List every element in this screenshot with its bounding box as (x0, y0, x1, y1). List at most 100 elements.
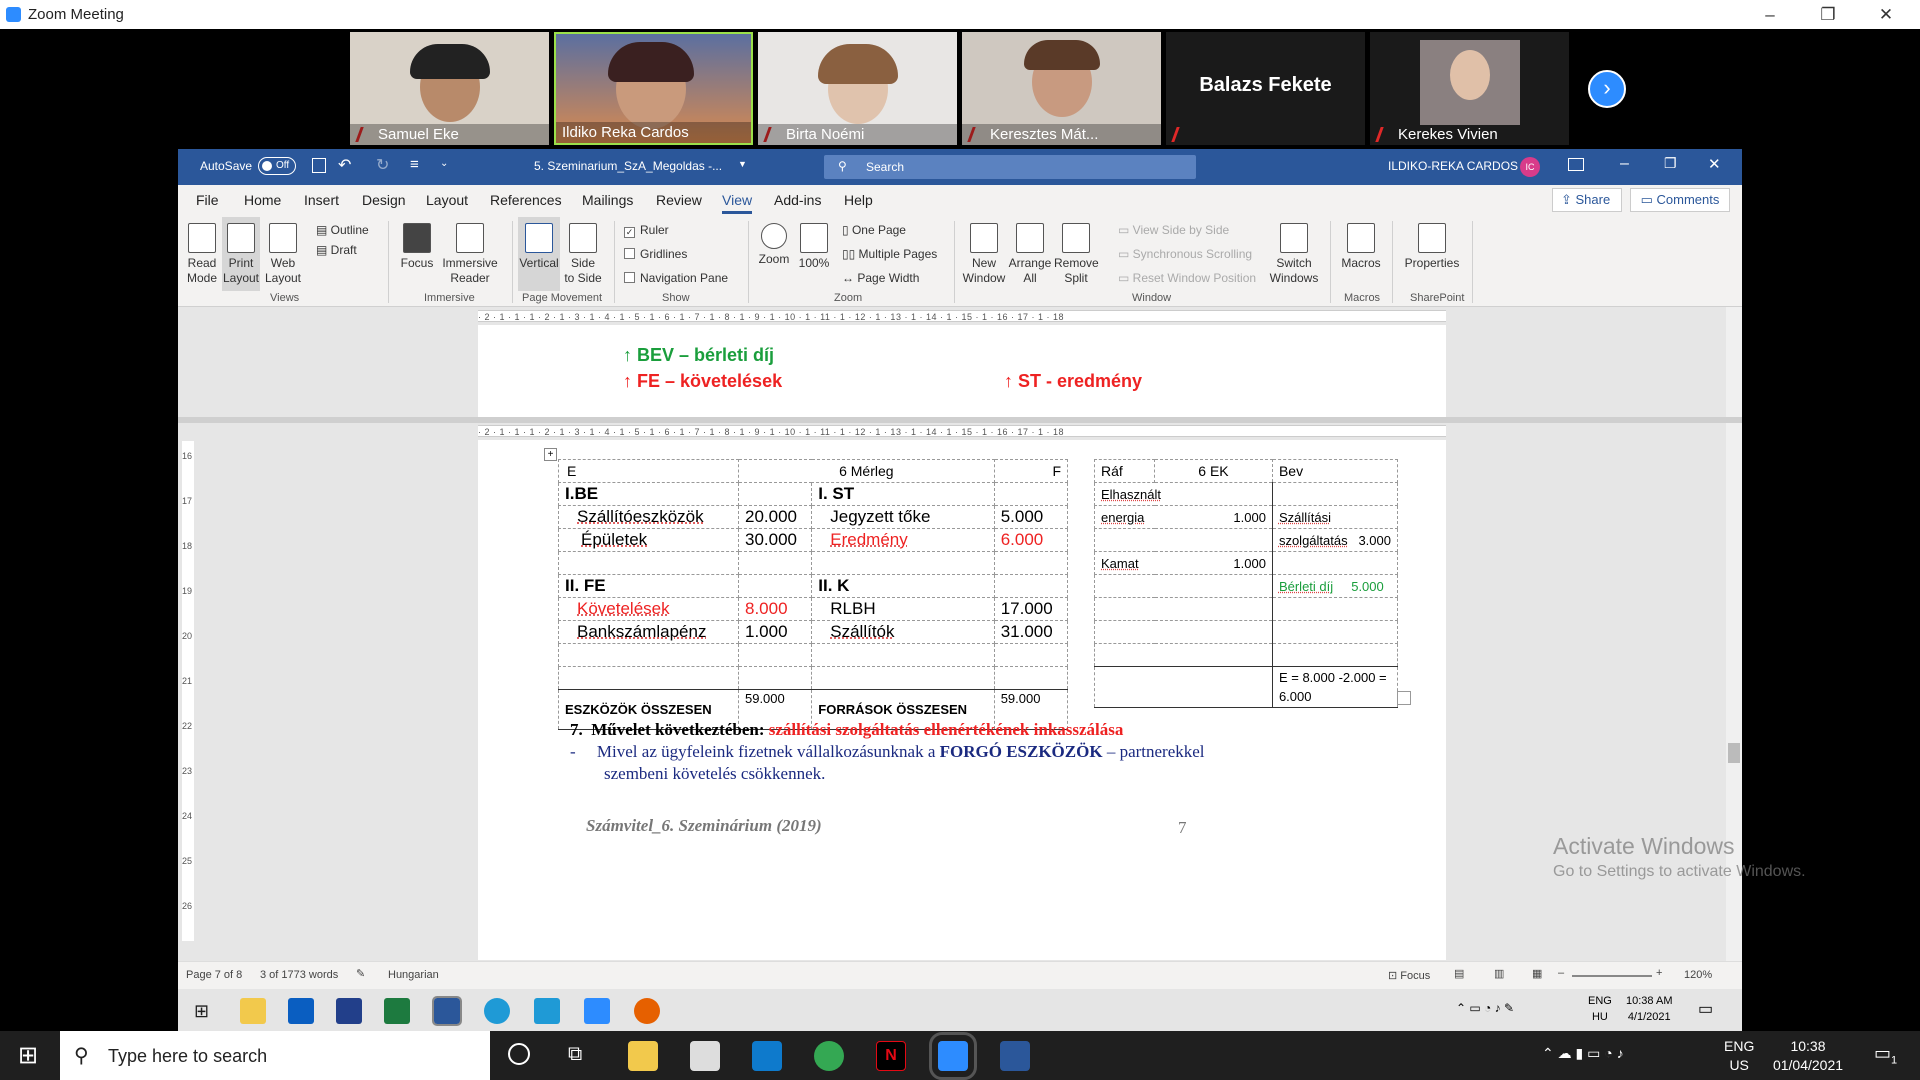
zoom-100-button[interactable]: 100% (796, 223, 832, 271)
restore-button[interactable]: ❐ (1808, 3, 1848, 27)
tab-add-ins[interactable]: Add-ins (774, 192, 821, 208)
properties-button[interactable]: Properties (1400, 223, 1464, 271)
zoom-level[interactable]: 120% (1684, 969, 1712, 981)
participant-tile[interactable]: Balazs Fekete (1166, 32, 1365, 145)
restore-button[interactable]: ❐ (1664, 155, 1677, 172)
save-icon[interactable] (312, 158, 326, 173)
read-mode-icon[interactable]: ▤ (1454, 967, 1464, 980)
participant-tile[interactable]: Samuel Eke (350, 32, 549, 145)
comments-button[interactable]: ▭ Comments (1630, 188, 1730, 212)
focus-mode-button[interactable]: ⊡ Focus (1388, 969, 1430, 982)
app-icon[interactable] (336, 998, 362, 1024)
vscode-icon[interactable] (752, 1041, 782, 1071)
next-page-arrow-icon[interactable]: › (1588, 70, 1626, 108)
tray-icons[interactable]: ⌃ ☁ ▮ ▭ ◔ ♪ (1542, 1045, 1624, 1062)
firefox-icon[interactable] (634, 998, 660, 1024)
tab-home[interactable]: Home (244, 192, 281, 208)
minimize-button[interactable]: – (1620, 155, 1629, 173)
participant-tile[interactable]: Kerekes Vivien (1370, 32, 1569, 145)
immersive-reader-button[interactable]: Immersive Reader (440, 223, 500, 286)
participant-tile[interactable]: Birta Noémi (758, 32, 957, 145)
zoom-out-icon[interactable]: – (1558, 967, 1564, 979)
outline-button[interactable]: ▤ Outline (316, 223, 369, 237)
avatar[interactable]: IC (1520, 157, 1540, 177)
word-icon[interactable] (432, 996, 462, 1026)
horizontal-ruler[interactable]: · 2 · 1 · 1 · 1 · 2 · 1 · 3 · 1 · 4 · 1 … (478, 425, 1446, 437)
multiple-pages-button[interactable]: ▯▯ Multiple Pages (842, 247, 937, 261)
page[interactable]: + E6 Mérleg F I.BE I. ST Szállítóeszközök 2… (478, 440, 1446, 960)
ruler-checkbox[interactable]: ✓ Ruler (624, 223, 669, 238)
language-indicator[interactable]: ENG HU (1588, 993, 1612, 1025)
customize-toolbar-icon[interactable]: ⌄ (440, 158, 448, 169)
tab-view[interactable]: View (722, 192, 753, 214)
redo-icon[interactable]: ↻ (376, 155, 389, 175)
close-button[interactable]: ✕ (1708, 155, 1721, 173)
excel-icon[interactable] (384, 998, 410, 1024)
print-layout-icon[interactable]: ▥ (1494, 967, 1504, 980)
tab-insert[interactable]: Insert (304, 192, 339, 208)
tab-layout[interactable]: Layout (426, 192, 468, 208)
new-window-button[interactable]: New Window (962, 223, 1006, 286)
switch-windows-button[interactable]: Switch Windows (1266, 223, 1322, 286)
windows-start-icon[interactable]: ⊞ (194, 1001, 209, 1022)
language-indicator[interactable]: ENG US (1724, 1037, 1754, 1075)
word-icon[interactable] (1000, 1041, 1030, 1071)
clock[interactable]: 10:38 01/04/2021 (1760, 1037, 1856, 1075)
notification-icon[interactable]: ▭ (1698, 999, 1713, 1019)
task-view-icon[interactable]: ⧉ (568, 1043, 582, 1066)
app-icon[interactable] (288, 998, 314, 1024)
tab-file[interactable]: File (196, 192, 219, 208)
zoom-icon[interactable] (929, 1032, 977, 1080)
tray-icons[interactable]: ⌃ ▭ ◔ ♪ ✎ (1456, 1001, 1514, 1015)
web-layout-icon[interactable]: ▦ (1532, 967, 1542, 980)
autosave-toggle[interactable]: Off (258, 157, 296, 175)
participant-tile[interactable]: Ildiko Reka Cardos (554, 32, 753, 145)
side-to-side-button[interactable]: Side to Side (562, 223, 604, 286)
one-page-button[interactable]: ▯ One Page (842, 223, 906, 237)
gridlines-checkbox[interactable]: Gridlines (624, 247, 687, 261)
view-side-by-side-button[interactable]: ▭ View Side by Side (1118, 223, 1229, 237)
search-box[interactable]: ⚲ Search (824, 155, 1196, 179)
participant-tile[interactable]: Keresztes Mát... (962, 32, 1161, 145)
tab-mailings[interactable]: Mailings (582, 192, 633, 208)
netflix-icon[interactable]: N (876, 1041, 906, 1071)
navigation-pane-checkbox[interactable]: Navigation Pane (624, 271, 728, 285)
arrange-all-button[interactable]: Arrange All (1008, 223, 1052, 286)
page-width-button[interactable]: ↔ Page Width (842, 271, 919, 285)
synchronous-scrolling-button[interactable]: ▭ Synchronous Scrolling (1118, 247, 1252, 261)
edge-icon[interactable] (484, 998, 510, 1024)
table-move-handle-icon[interactable]: + (544, 448, 557, 461)
tab-review[interactable]: Review (656, 192, 702, 208)
filename-dropdown-icon[interactable]: ▼ (738, 159, 747, 169)
tab-references[interactable]: References (490, 192, 562, 208)
zoom-slider[interactable] (1572, 975, 1652, 977)
clock[interactable]: 10:38 AM 4/1/2021 (1626, 993, 1672, 1025)
zoom-in-icon[interactable]: + (1656, 967, 1662, 979)
zoom-button[interactable]: Zoom (756, 223, 792, 267)
split-bar[interactable] (178, 417, 1742, 423)
zoom-icon[interactable] (584, 998, 610, 1024)
user-name[interactable]: ILDIKO-REKA CARDOS (1388, 159, 1518, 173)
vertical-button[interactable]: Vertical (518, 217, 560, 291)
language[interactable]: Hungarian (388, 969, 439, 981)
minimize-button[interactable]: – (1750, 3, 1790, 27)
read-mode-button[interactable]: Read Mode (184, 223, 220, 286)
reset-window-position-button[interactable]: ▭ Reset Window Position (1118, 271, 1256, 285)
share-button[interactable]: ⇪ Share (1552, 188, 1622, 212)
notification-icon[interactable]: ▭1 (1874, 1043, 1897, 1067)
web-layout-button[interactable]: Web Layout (264, 223, 302, 286)
print-layout-button[interactable]: Print Layout (222, 217, 260, 291)
document-filename[interactable]: 5. Szeminarium_SzA_Megoldas -... (534, 159, 722, 173)
macros-button[interactable]: Macros (1338, 223, 1384, 271)
chrome-icon[interactable] (814, 1041, 844, 1071)
page-count[interactable]: Page 7 of 8 (186, 969, 242, 981)
file-explorer-icon[interactable] (628, 1041, 658, 1071)
table-resize-handle-icon[interactable] (1397, 691, 1411, 705)
file-explorer-icon[interactable] (240, 998, 266, 1024)
proofing-icon[interactable]: ✎ (356, 967, 365, 980)
remove-split-button[interactable]: Remove Split (1054, 223, 1099, 286)
cortana-icon[interactable] (508, 1043, 530, 1065)
draft-button[interactable]: ▤ Draft (316, 243, 357, 257)
store-icon[interactable] (690, 1041, 720, 1071)
focus-button[interactable]: Focus (400, 223, 434, 271)
